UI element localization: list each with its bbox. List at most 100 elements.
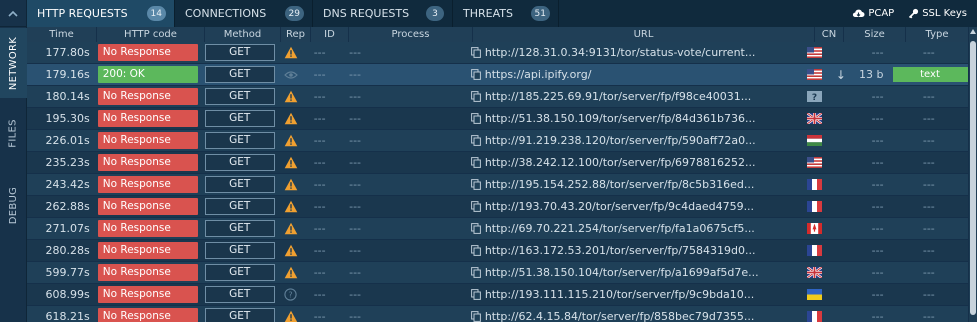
download-arrow-icon[interactable] <box>829 306 854 322</box>
method-cell: GET <box>202 42 277 64</box>
header-type[interactable]: Type <box>906 27 968 42</box>
ssl-keys-button[interactable]: SSL Keys <box>908 8 967 19</box>
warning-icon[interactable] <box>276 240 305 262</box>
http-code-cell: No Response <box>96 152 202 174</box>
download-arrow-icon[interactable] <box>829 240 854 262</box>
url-cell[interactable]: http://69.70.221.254/tor/server/fp/fa1a0… <box>465 218 800 240</box>
download-arrow-icon[interactable] <box>829 42 854 64</box>
url-cell[interactable]: http://62.4.15.84/tor/server/fp/858bec79… <box>465 306 800 322</box>
url-cell[interactable]: https://api.ipify.org/ <box>465 64 800 86</box>
url-text: http://185.225.69.91/tor/server/fp/f98ce… <box>484 90 752 103</box>
process-cell: --- <box>349 310 362 322</box>
copy-icon[interactable] <box>470 245 481 256</box>
copy-icon[interactable] <box>470 113 481 124</box>
table-row[interactable]: 618.21s No Response GET --- --- http://62.4.1… <box>27 306 968 322</box>
eye-icon[interactable] <box>276 64 305 86</box>
copy-icon[interactable] <box>470 267 481 278</box>
header-size[interactable]: Size <box>844 27 906 42</box>
warning-icon[interactable] <box>276 108 305 130</box>
table-row[interactable]: 271.07s No Response GET --- --- http://69.70.… <box>27 218 968 240</box>
url-cell[interactable]: http://38.242.12.100/tor/server/fp/69788… <box>465 152 800 174</box>
copy-icon[interactable] <box>470 179 481 190</box>
download-arrow-icon[interactable] <box>829 284 854 306</box>
warning-icon[interactable] <box>276 174 305 196</box>
header-cn[interactable]: CN <box>815 27 844 42</box>
download-arrow-icon[interactable]: ↓ <box>829 64 854 86</box>
download-arrow-icon[interactable] <box>829 218 854 240</box>
pcap-button[interactable]: PCAP <box>852 8 894 19</box>
table-row[interactable]: 243.42s No Response GET --- --- http://195.15… <box>27 174 968 196</box>
table-row[interactable]: 177.80s No Response GET --- --- http://128.31… <box>27 42 968 64</box>
type-cell: --- <box>922 156 935 169</box>
table-row[interactable]: 179.16s 200: OK GET --- --- https://api.ipify… <box>27 64 968 86</box>
download-arrow-icon[interactable] <box>829 86 854 108</box>
copy-icon[interactable] <box>470 91 481 102</box>
copy-icon[interactable] <box>470 47 481 58</box>
header-id[interactable]: ID <box>311 27 349 42</box>
question-icon[interactable]: ? <box>276 284 305 306</box>
process-cell: --- <box>349 134 362 147</box>
url-cell[interactable]: http://195.154.252.88/tor/server/fp/8c5b… <box>465 174 800 196</box>
header-time[interactable]: Time <box>27 27 97 42</box>
sidebar-item-debug[interactable]: DEBUG <box>0 168 27 243</box>
table-row[interactable]: 180.14s No Response GET --- --- http://185.22… <box>27 86 968 108</box>
sidebar-item-files[interactable]: FILES <box>0 98 27 168</box>
header-http-code[interactable]: HTTP code <box>97 27 205 42</box>
table-row[interactable]: 226.01s No Response GET --- --- http://91.219… <box>27 130 968 152</box>
url-cell[interactable]: http://51.38.150.109/tor/server/fp/84d36… <box>465 108 800 130</box>
header-url[interactable]: URL <box>473 27 815 42</box>
download-arrow-icon[interactable] <box>829 152 854 174</box>
warning-icon[interactable] <box>276 86 305 108</box>
warning-icon[interactable] <box>276 306 305 322</box>
copy-icon[interactable] <box>470 135 481 146</box>
download-arrow-icon[interactable] <box>829 196 854 218</box>
table-row[interactable]: 262.88s No Response GET --- --- http://193.70… <box>27 196 968 218</box>
header-process[interactable]: Process <box>349 27 473 42</box>
url-text: http://38.242.12.100/tor/server/fp/69788… <box>484 156 756 169</box>
url-cell[interactable]: http://193.111.115.210/tor/server/fp/9c9… <box>465 284 800 306</box>
hu-flag-icon <box>800 130 828 152</box>
warning-icon[interactable] <box>276 42 305 64</box>
warning-icon[interactable] <box>276 152 305 174</box>
table-row[interactable]: 195.30s No Response GET --- --- http://51.38.… <box>27 108 968 130</box>
download-arrow-icon[interactable] <box>829 174 854 196</box>
table-row[interactable]: 608.99s No Response GET? --- --- http://193.1… <box>27 284 968 306</box>
download-arrow-icon[interactable] <box>829 108 854 130</box>
url-cell[interactable]: http://185.225.69.91/tor/server/fp/f98ce… <box>465 86 800 108</box>
collapse-chevron-icon[interactable] <box>0 0 26 27</box>
pcap-label: PCAP <box>868 8 895 19</box>
tab-http-requests[interactable]: HTTP REQUESTS 14 <box>27 0 175 27</box>
url-cell[interactable]: http://193.70.43.20/tor/server/fp/9c4dae… <box>465 196 800 218</box>
table-row[interactable]: 235.23s No Response GET --- --- http://38.242… <box>27 152 968 174</box>
download-arrow-icon[interactable] <box>829 262 854 284</box>
copy-icon[interactable] <box>470 201 481 212</box>
warning-icon[interactable] <box>276 218 305 240</box>
warning-icon[interactable] <box>276 196 305 218</box>
scrollbar-thumb[interactable] <box>970 41 976 315</box>
header-rep[interactable]: Rep <box>281 27 311 42</box>
tab-connections[interactable]: CONNECTIONS 29 <box>175 0 313 27</box>
unknown-flag-icon: ? <box>800 86 828 108</box>
scroll-up-icon[interactable] <box>970 29 976 34</box>
url-text: http://193.70.43.20/tor/server/fp/9c4dae… <box>484 200 755 213</box>
warning-icon[interactable] <box>276 262 305 284</box>
sidebar-item-network[interactable]: NETWORK <box>0 28 27 98</box>
vertical-scrollbar[interactable] <box>968 27 977 322</box>
table-row[interactable]: 599.77s No Response GET --- --- http://51.38.… <box>27 262 968 284</box>
table-row[interactable]: 280.28s No Response GET --- --- http://163.17… <box>27 240 968 262</box>
warning-icon[interactable] <box>276 130 305 152</box>
tab-threats[interactable]: THREATS 51 <box>453 0 559 27</box>
url-cell[interactable]: http://51.38.150.104/tor/server/fp/a1699… <box>465 262 800 284</box>
url-cell[interactable]: http://128.31.0.34:9131/tor/status-vote/… <box>465 42 800 64</box>
url-cell[interactable]: http://163.172.53.201/tor/server/fp/7584… <box>465 240 800 262</box>
copy-icon[interactable] <box>470 289 481 300</box>
method-badge: GET <box>204 132 275 149</box>
copy-icon[interactable] <box>470 69 481 80</box>
download-arrow-icon[interactable] <box>829 130 854 152</box>
tab-dns-requests[interactable]: DNS REQUESTS 3 <box>313 0 453 27</box>
header-method[interactable]: Method <box>205 27 281 42</box>
url-cell[interactable]: http://91.219.238.120/tor/server/fp/590a… <box>465 130 800 152</box>
copy-icon[interactable] <box>470 223 481 234</box>
copy-icon[interactable] <box>470 311 481 322</box>
copy-icon[interactable] <box>470 157 481 168</box>
